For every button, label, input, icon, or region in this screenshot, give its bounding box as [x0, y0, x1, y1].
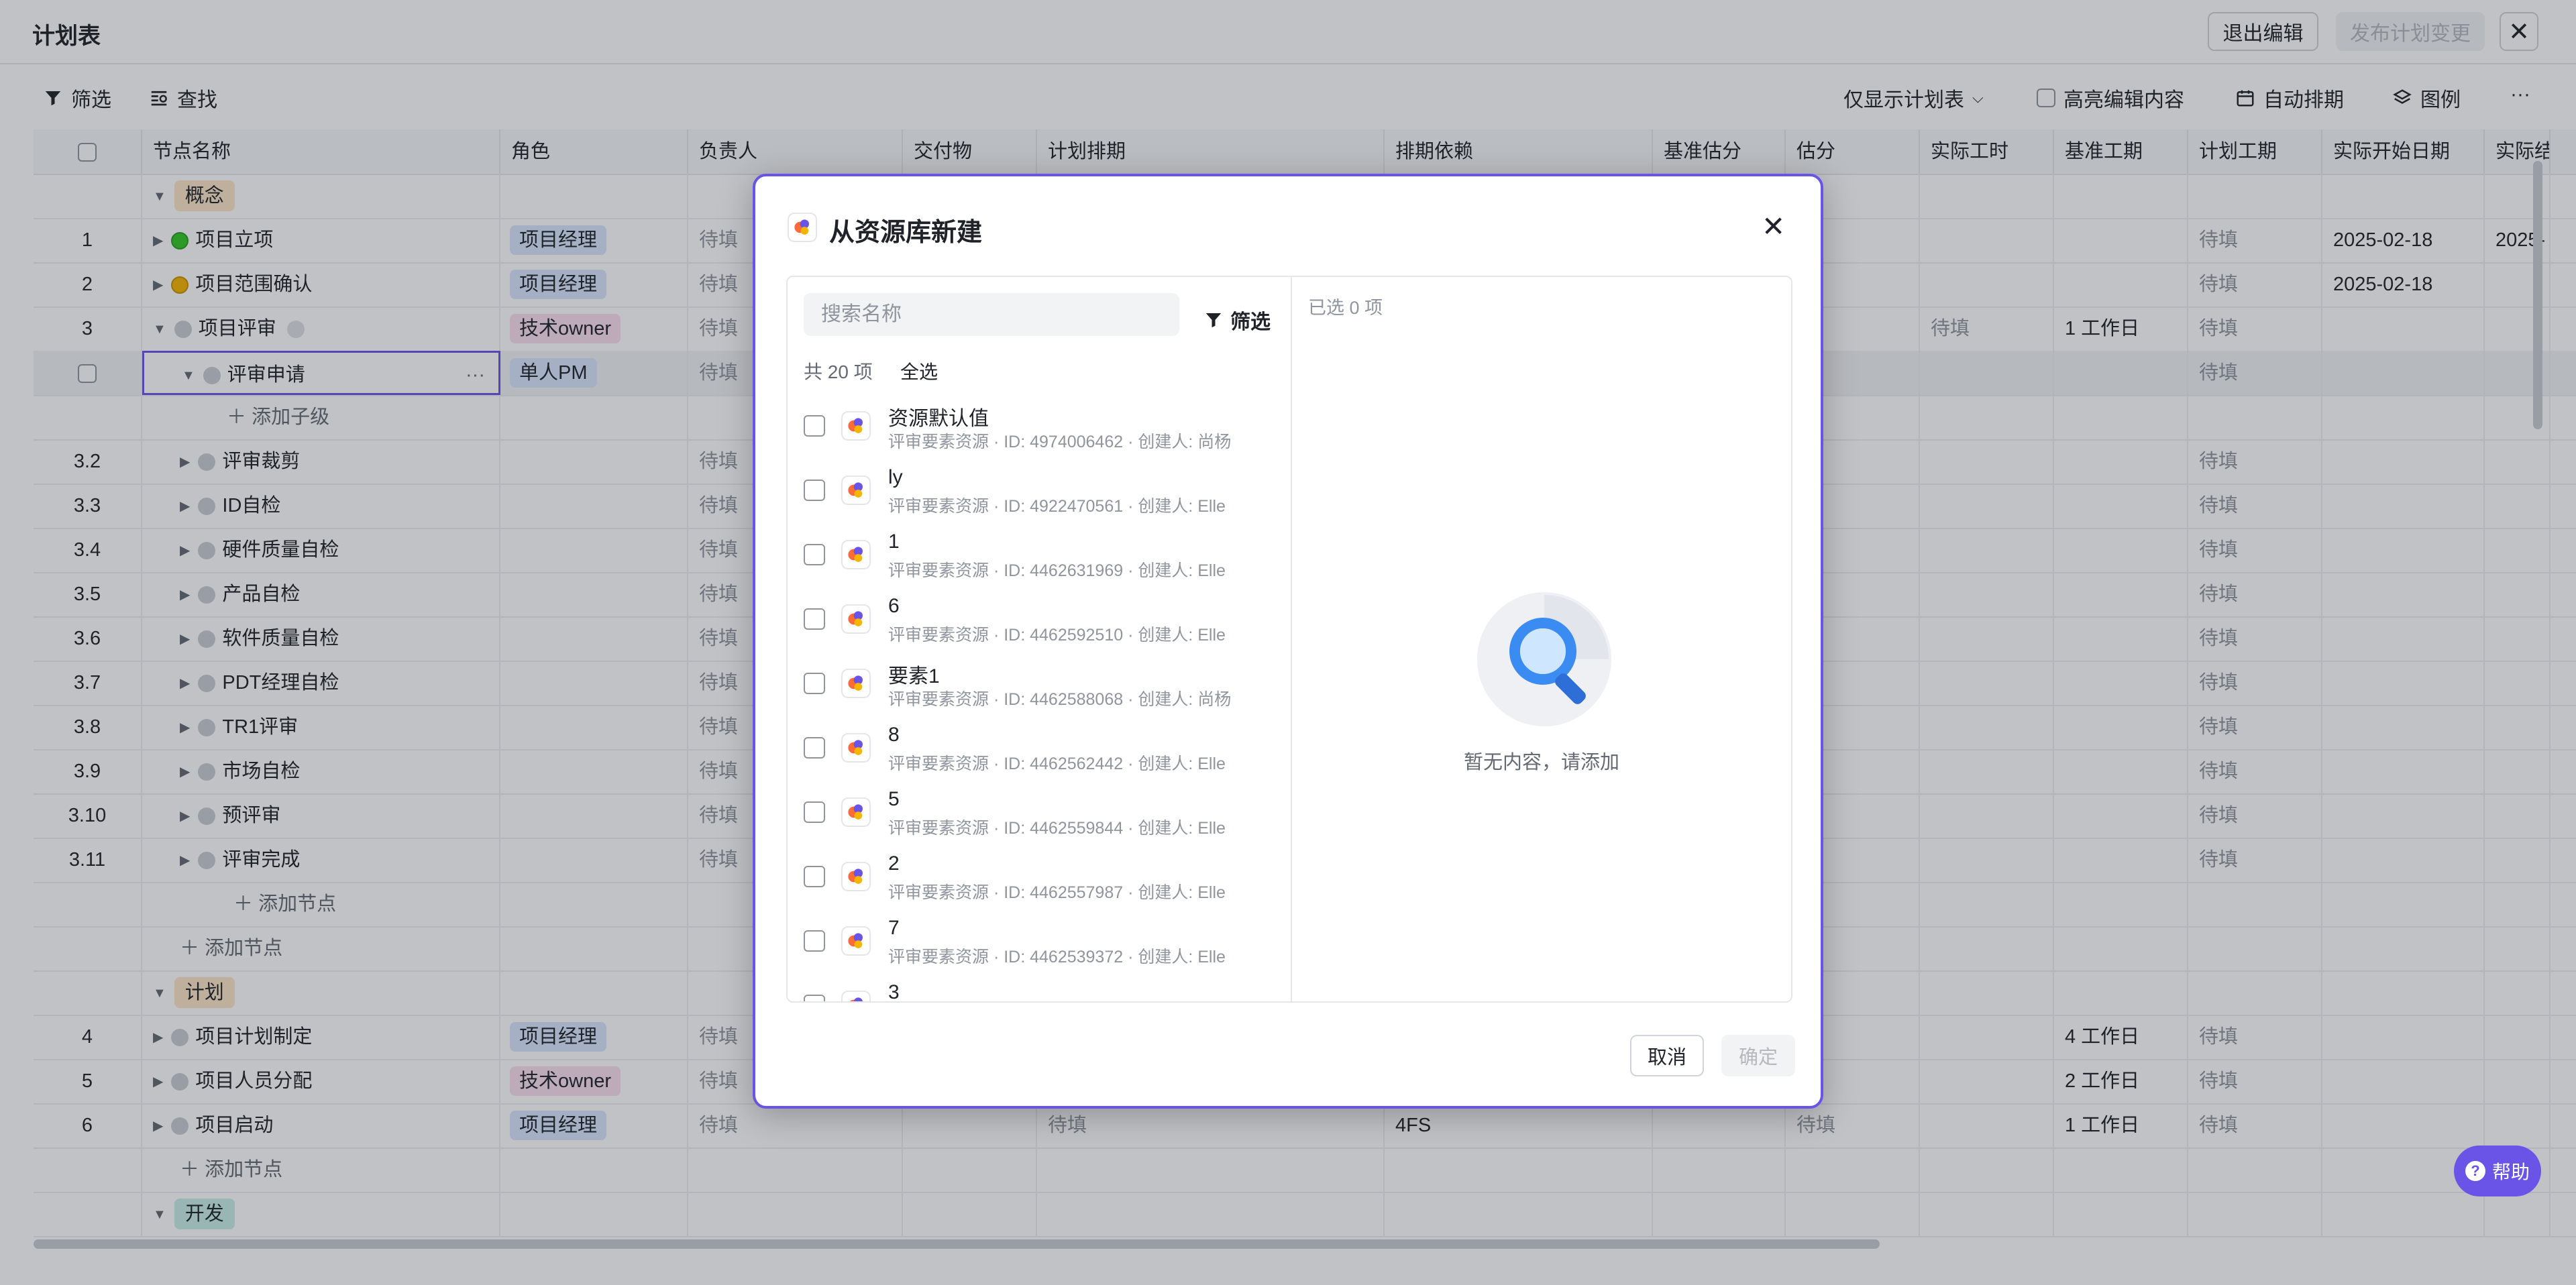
selected-count: 已选 0 项 [1308, 298, 1383, 318]
total-count: 共 20 项 [804, 361, 873, 382]
resource-icon [841, 862, 871, 891]
resource-meta: 评审要素资源 · ID: 4462557987 · 创建人: Elle [888, 883, 1226, 902]
resource-meta: 评审要素资源 · ID: 4462539372 · 创建人: Elle [888, 948, 1226, 966]
resource-icon [841, 411, 871, 441]
dialog-close-icon[interactable]: ✕ [1762, 210, 1785, 243]
resource-list-item[interactable]: 5 评审要素资源 · ID: 4462559844 · 创建人: Elle [788, 780, 1291, 844]
resource-icon [841, 926, 871, 956]
resource-meta: 评审要素资源 · ID: 4974006462 · 创建人: 尚杨 [888, 433, 1232, 451]
cancel-button[interactable]: 取消 [1630, 1035, 1704, 1076]
resource-checkbox[interactable] [804, 995, 825, 1001]
help-label: 帮助 [2491, 1162, 2530, 1182]
resource-name: 5 [888, 788, 900, 810]
resource-checkbox[interactable] [804, 801, 825, 823]
resource-icon [841, 733, 871, 763]
search-input[interactable] [804, 293, 1179, 336]
resource-checkbox[interactable] [804, 415, 825, 437]
filter-icon [1205, 313, 1222, 328]
resource-checkbox[interactable] [804, 673, 825, 694]
dialog-filter-label: 筛选 [1230, 311, 1271, 333]
resource-name: 2 [888, 852, 900, 875]
dialog-filter-button[interactable]: 筛选 [1203, 305, 1271, 335]
confirm-button[interactable]: 确定 [1721, 1035, 1795, 1076]
selected-pane: 已选 0 项 暂无内容，请添加 [1292, 277, 1791, 1001]
app-logo-icon [788, 213, 817, 242]
dialog-panel: 筛选 共 20 项 全选 资源默认值评审要素资源 · ID: 497400646… [786, 276, 1792, 1003]
resource-list-item[interactable]: ly 评审要素资源 · ID: 4922470561 · 创建人: Elle [788, 458, 1291, 522]
resource-checkbox[interactable] [804, 608, 825, 630]
resource-list-item[interactable]: 资源默认值评审要素资源 · ID: 4974006462 · 创建人: 尚杨 [788, 394, 1291, 458]
help-button[interactable]: ? 帮助 [2454, 1146, 2541, 1196]
resource-checkbox[interactable] [804, 930, 825, 952]
resource-name: 6 [888, 595, 900, 617]
resource-name: 8 [888, 724, 900, 746]
resource-icon [841, 540, 871, 569]
resource-meta: 评审要素资源 · ID: 4462592510 · 创建人: Elle [888, 626, 1226, 645]
resource-meta: 评审要素资源 · ID: 4462559844 · 创建人: Elle [888, 819, 1226, 838]
resource-list-item[interactable]: 6 评审要素资源 · ID: 4462592510 · 创建人: Elle [788, 587, 1291, 651]
resource-meta: 评审要素资源 · ID: 4462562442 · 创建人: Elle [888, 755, 1226, 773]
resource-name: 资源默认值 [888, 408, 989, 430]
help-icon: ? [2465, 1161, 2485, 1181]
resource-list-item[interactable]: 要素1 评审要素资源 · ID: 4462588068 · 创建人: 尚杨 [788, 651, 1291, 716]
resource-icon [841, 604, 871, 634]
resource-list-item[interactable]: 8 评审要素资源 · ID: 4462562442 · 创建人: Elle [788, 716, 1291, 780]
resource-meta: 评审要素资源 · ID: 4462588068 · 创建人: 尚杨 [888, 690, 1232, 709]
resource-checkbox[interactable] [804, 544, 825, 565]
resource-list-item[interactable]: 2 评审要素资源 · ID: 4462557987 · 创建人: Elle [788, 844, 1291, 909]
resource-checkbox[interactable] [804, 480, 825, 501]
resource-checkbox[interactable] [804, 737, 825, 759]
resource-name: 3 [888, 981, 900, 1001]
resource-name: 1 [888, 530, 900, 553]
resource-list-item[interactable]: 7 评审要素资源 · ID: 4462539372 · 创建人: Elle [788, 909, 1291, 973]
resource-list-item[interactable]: 1 评审要素资源 · ID: 4462631969 · 创建人: Elle [788, 522, 1291, 587]
resource-checkbox[interactable] [804, 866, 825, 887]
resource-meta: 评审要素资源 · ID: 4462631969 · 创建人: Elle [888, 561, 1226, 580]
resource-meta: 评审要素资源 · ID: 4922470561 · 创建人: Elle [888, 497, 1226, 516]
resource-icon [841, 476, 871, 505]
resource-icon [841, 991, 871, 1001]
select-all-link[interactable]: 全选 [900, 357, 938, 384]
empty-search-icon [1477, 592, 1611, 726]
resource-list-item[interactable]: 3 [788, 973, 1291, 1001]
resource-name: 要素1 [888, 665, 940, 687]
resource-library-dialog: 从资源库新建 ✕ 筛选 共 20 项 全选 资源默认值评审要素资源 · ID: … [753, 174, 1823, 1109]
dialog-title: 从资源库新建 [829, 219, 983, 247]
resource-icon [841, 669, 871, 698]
resource-icon [841, 797, 871, 827]
empty-state-text: 暂无内容，请添加 [1463, 752, 1619, 773]
resource-name: 7 [888, 917, 900, 939]
resource-list-pane: 筛选 共 20 项 全选 资源默认值评审要素资源 · ID: 497400646… [788, 277, 1292, 1001]
resource-name: ly [888, 466, 903, 488]
